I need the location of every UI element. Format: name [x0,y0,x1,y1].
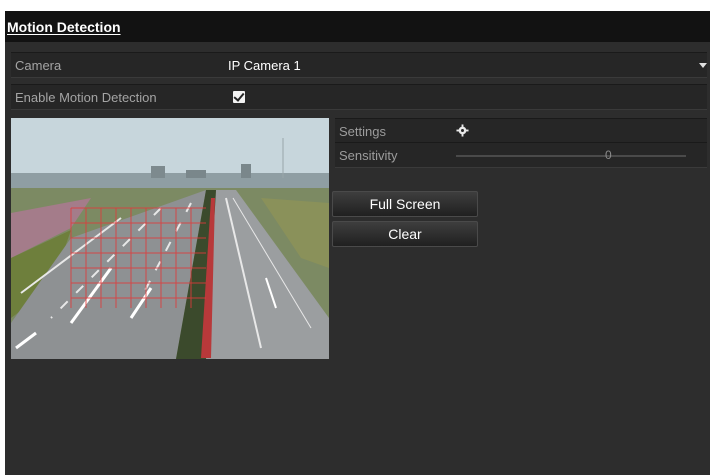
camera-label: Camera [15,58,62,73]
enable-motion-label: Enable Motion Detection [15,90,157,105]
enable-motion-row: Enable Motion Detection [11,84,707,110]
camera-preview-image [11,118,329,359]
enable-motion-checkbox[interactable] [233,91,245,103]
motion-detection-window: Motion Detection Camera IP Camera 1 Enab… [5,11,710,475]
camera-select-value[interactable]: IP Camera 1 [228,58,301,73]
clear-button[interactable]: Clear [332,221,478,247]
full-screen-button[interactable]: Full Screen [332,191,478,217]
chevron-down-icon[interactable] [699,63,707,68]
title-bar: Motion Detection [5,11,710,42]
settings-label: Settings [339,124,386,139]
sensitivity-row: Sensitivity 0 [335,142,707,168]
sensitivity-label: Sensitivity [339,148,398,163]
page-title: Motion Detection [7,19,121,35]
camera-row[interactable]: Camera IP Camera 1 [11,52,707,78]
settings-row: Settings [335,118,707,144]
camera-preview[interactable] [11,118,329,359]
gear-icon[interactable] [456,124,469,137]
sensitivity-value: 0 [605,148,612,162]
sensitivity-slider[interactable] [456,155,686,157]
